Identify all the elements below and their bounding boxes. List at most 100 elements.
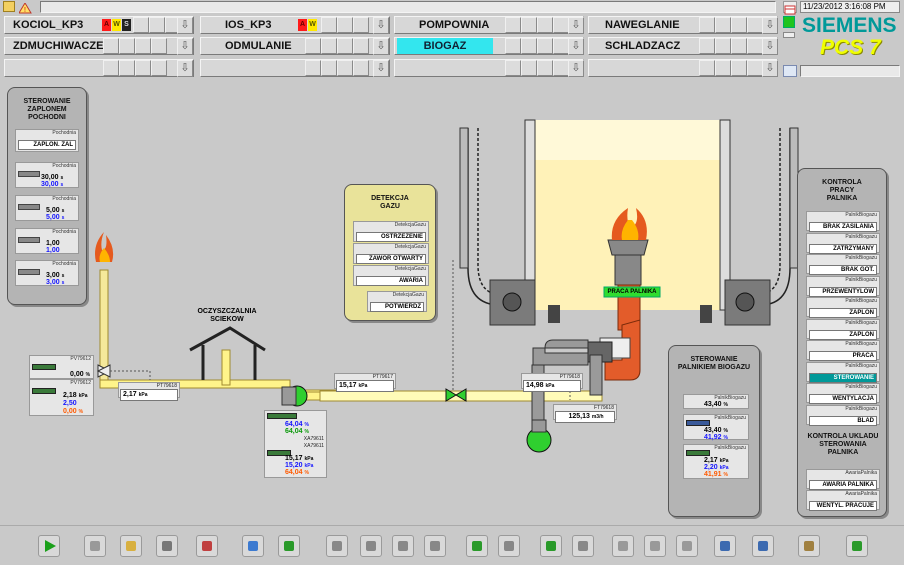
status-item[interactable]: PalnikBiogazu STEROWANIE bbox=[806, 361, 880, 383]
confirm-button[interactable]: POTWIERDZ bbox=[370, 302, 424, 312]
warning-faceplate[interactable]: DetekcjaGazu OSTRZEZENIE bbox=[353, 221, 429, 242]
area-down-arrow-icon[interactable]: ⇩ bbox=[373, 60, 389, 77]
area-empty-button[interactable] bbox=[588, 59, 778, 77]
info-icon[interactable] bbox=[752, 535, 774, 557]
pt-faceplate-1[interactable]: PT79618 2,17 kPa bbox=[118, 382, 180, 401]
area-ios-button[interactable]: IOS_KP3 A W bbox=[200, 16, 390, 34]
import-icon[interactable] bbox=[540, 535, 562, 557]
status-item[interactable]: PalnikBiogazu PRACA bbox=[806, 340, 880, 361]
monitor-icon[interactable] bbox=[714, 535, 736, 557]
slot bbox=[537, 17, 553, 33]
warning-icon[interactable]: ! bbox=[18, 1, 32, 14]
failure-faceplate[interactable]: DetekcjaGazu AWARIA bbox=[353, 265, 429, 286]
blower-faceplate[interactable]: 64,04 % 64,04 % XA79611 XA79611 15,17 kP… bbox=[264, 410, 327, 478]
area-down-arrow-icon[interactable]: ⇩ bbox=[762, 38, 778, 55]
status-item[interactable]: PalnikBiogazu PRZEWENTYLOW bbox=[806, 275, 880, 297]
tag-label: AwariaPalnika bbox=[845, 491, 877, 497]
bottom-toolbar bbox=[0, 525, 904, 565]
pt-faceplate-2[interactable]: PT79617 15,17 kPa bbox=[334, 373, 396, 392]
area-naweglanie-button[interactable]: NAWEGLANIE bbox=[588, 16, 778, 34]
right-arrow-icon[interactable] bbox=[424, 535, 446, 557]
status-item[interactable]: PalnikBiogazu BRAK ZASILANIA bbox=[806, 211, 880, 232]
area-down-arrow-icon[interactable]: ⇩ bbox=[762, 17, 778, 34]
area-kociol-button[interactable]: KOCIOL_KP3 A W S bbox=[4, 16, 194, 34]
redo-icon[interactable] bbox=[498, 535, 520, 557]
pv-faceplate-2[interactable]: PV79612 2,18 kPa 2,50 0,00 % bbox=[29, 379, 94, 416]
value-1: 2,17 kPa bbox=[704, 457, 729, 464]
ignition-faceplate[interactable]: Pochodnia ZAPLON. ZAL bbox=[15, 129, 79, 152]
thermometer-icon[interactable] bbox=[242, 535, 264, 557]
acknowledge-icon[interactable] bbox=[846, 535, 868, 557]
area-down-arrow-icon[interactable]: ⇩ bbox=[568, 38, 584, 55]
status-item[interactable]: PalnikBiogazu WENTYLACJA bbox=[806, 383, 880, 404]
pv-faceplate-1[interactable]: PV79612 0,00 % bbox=[29, 355, 94, 379]
left-arrow-icon[interactable] bbox=[326, 535, 348, 557]
blower-value-5: 64,04 % bbox=[285, 469, 309, 476]
counter-faceplate[interactable]: Pochodnia 1,00 1,00 bbox=[15, 228, 79, 254]
area-down-arrow-icon[interactable]: ⇩ bbox=[373, 38, 389, 55]
area-empty-button[interactable] bbox=[394, 59, 584, 77]
forward-icon[interactable] bbox=[572, 535, 594, 557]
area-odmulanie-button[interactable]: ODMULANIE bbox=[200, 37, 390, 55]
panel-subtitle: KONTROLA UKLADU STEROWANIA PALNIKA bbox=[807, 433, 879, 456]
slot bbox=[305, 38, 321, 54]
area-down-arrow-icon[interactable]: ⇩ bbox=[177, 38, 193, 55]
area-schladzacz-button[interactable]: SCHLADZACZ bbox=[588, 37, 778, 55]
status-item[interactable]: AwariaPalnika AWARIA PALNIKA bbox=[806, 469, 880, 490]
burner-power-faceplate[interactable]: PalnikBiogazu 43,40 % bbox=[683, 394, 749, 409]
alarm-indicator: A bbox=[102, 19, 111, 31]
status-item[interactable]: PalnikBiogazu ZATRZYMANY bbox=[806, 232, 880, 254]
status-item[interactable]: PalnikBiogazu BLAD bbox=[806, 404, 880, 426]
tag-label: PalnikBiogazu bbox=[845, 255, 877, 261]
status-item[interactable]: PalnikBiogazu BRAK GOT. bbox=[806, 254, 880, 275]
screen3-icon[interactable] bbox=[676, 535, 698, 557]
export-icon[interactable] bbox=[278, 535, 300, 557]
tools-icon[interactable] bbox=[84, 535, 106, 557]
burner-control-panel: STEROWANIE PALNIKIEM BIOGAZU PalnikBioga… bbox=[668, 345, 760, 517]
flow-faceplate[interactable]: FT79618 125,13 m3/h bbox=[553, 404, 617, 423]
down-arrow-icon[interactable] bbox=[392, 535, 414, 557]
burner-setpoint-faceplate[interactable]: PalnikBiogazu 43,40 % 41,92 % bbox=[683, 414, 749, 441]
status-item[interactable]: AwariaPalnika WENTYL. PRACUJE bbox=[806, 490, 880, 511]
status-item[interactable]: PalnikBiogazu ZAPLON bbox=[806, 318, 880, 340]
area-down-arrow-icon[interactable]: ⇩ bbox=[568, 60, 584, 77]
area-down-arrow-icon[interactable]: ⇩ bbox=[762, 60, 778, 77]
timer-faceplate[interactable]: Pochodnia 30,00 s 30,00 s bbox=[15, 162, 79, 188]
tag-label: DetekcjaGazu bbox=[394, 244, 426, 250]
area-biogaz-button[interactable]: BIOGAZ bbox=[394, 37, 584, 55]
login-field[interactable] bbox=[800, 65, 900, 77]
area-empty-button[interactable] bbox=[200, 59, 390, 77]
area-zdmuchiwacze-button[interactable]: ZDMUCHIWACZE bbox=[4, 37, 194, 55]
slot bbox=[337, 17, 353, 33]
valve-open-faceplate[interactable]: DetekcjaGazu ZAWOR OTWARTY bbox=[353, 243, 429, 264]
overview-icon[interactable] bbox=[120, 535, 142, 557]
area-down-arrow-icon[interactable]: ⇩ bbox=[177, 17, 193, 34]
area-pompownia-button[interactable]: POMPOWNIA bbox=[394, 16, 584, 34]
slot bbox=[537, 38, 553, 54]
screen1-icon[interactable] bbox=[612, 535, 634, 557]
pt-faceplate-3[interactable]: PT79618 14,98 kPa bbox=[521, 373, 583, 392]
area-down-arrow-icon[interactable]: ⇩ bbox=[568, 17, 584, 34]
slot bbox=[521, 38, 537, 54]
timer-faceplate[interactable]: Pochodnia 3,00 s 3,00 s bbox=[15, 260, 79, 286]
refresh-icon[interactable] bbox=[466, 535, 488, 557]
sound-icon[interactable] bbox=[798, 535, 820, 557]
area-down-arrow-icon[interactable]: ⇩ bbox=[177, 60, 193, 77]
grid-icon[interactable] bbox=[156, 535, 178, 557]
screen-icon[interactable] bbox=[783, 65, 797, 77]
timer-faceplate[interactable]: Pochodnia 5,00 s 5,00 s bbox=[15, 195, 79, 221]
up-arrow-icon[interactable] bbox=[360, 535, 382, 557]
slot bbox=[553, 17, 569, 33]
area-empty-button[interactable] bbox=[4, 59, 194, 77]
confirm-faceplate[interactable]: DetekcjaGazu POTWIERDZ bbox=[367, 291, 427, 312]
screen2-icon[interactable] bbox=[644, 535, 666, 557]
folder-icon[interactable] bbox=[3, 1, 15, 12]
slot bbox=[133, 17, 149, 33]
status-item[interactable]: PalnikBiogazu ZAPLON bbox=[806, 297, 880, 318]
start-icon[interactable] bbox=[38, 535, 60, 557]
value-2: 30,00 s bbox=[41, 181, 64, 188]
trend-icon[interactable] bbox=[196, 535, 218, 557]
area-down-arrow-icon[interactable]: ⇩ bbox=[373, 17, 389, 34]
burner-pressure-faceplate[interactable]: PalnikBiogazu 2,17 kPa 2,20 kPa 41,91 % bbox=[683, 444, 749, 479]
area-label: SCHLADZACZ bbox=[605, 40, 681, 52]
